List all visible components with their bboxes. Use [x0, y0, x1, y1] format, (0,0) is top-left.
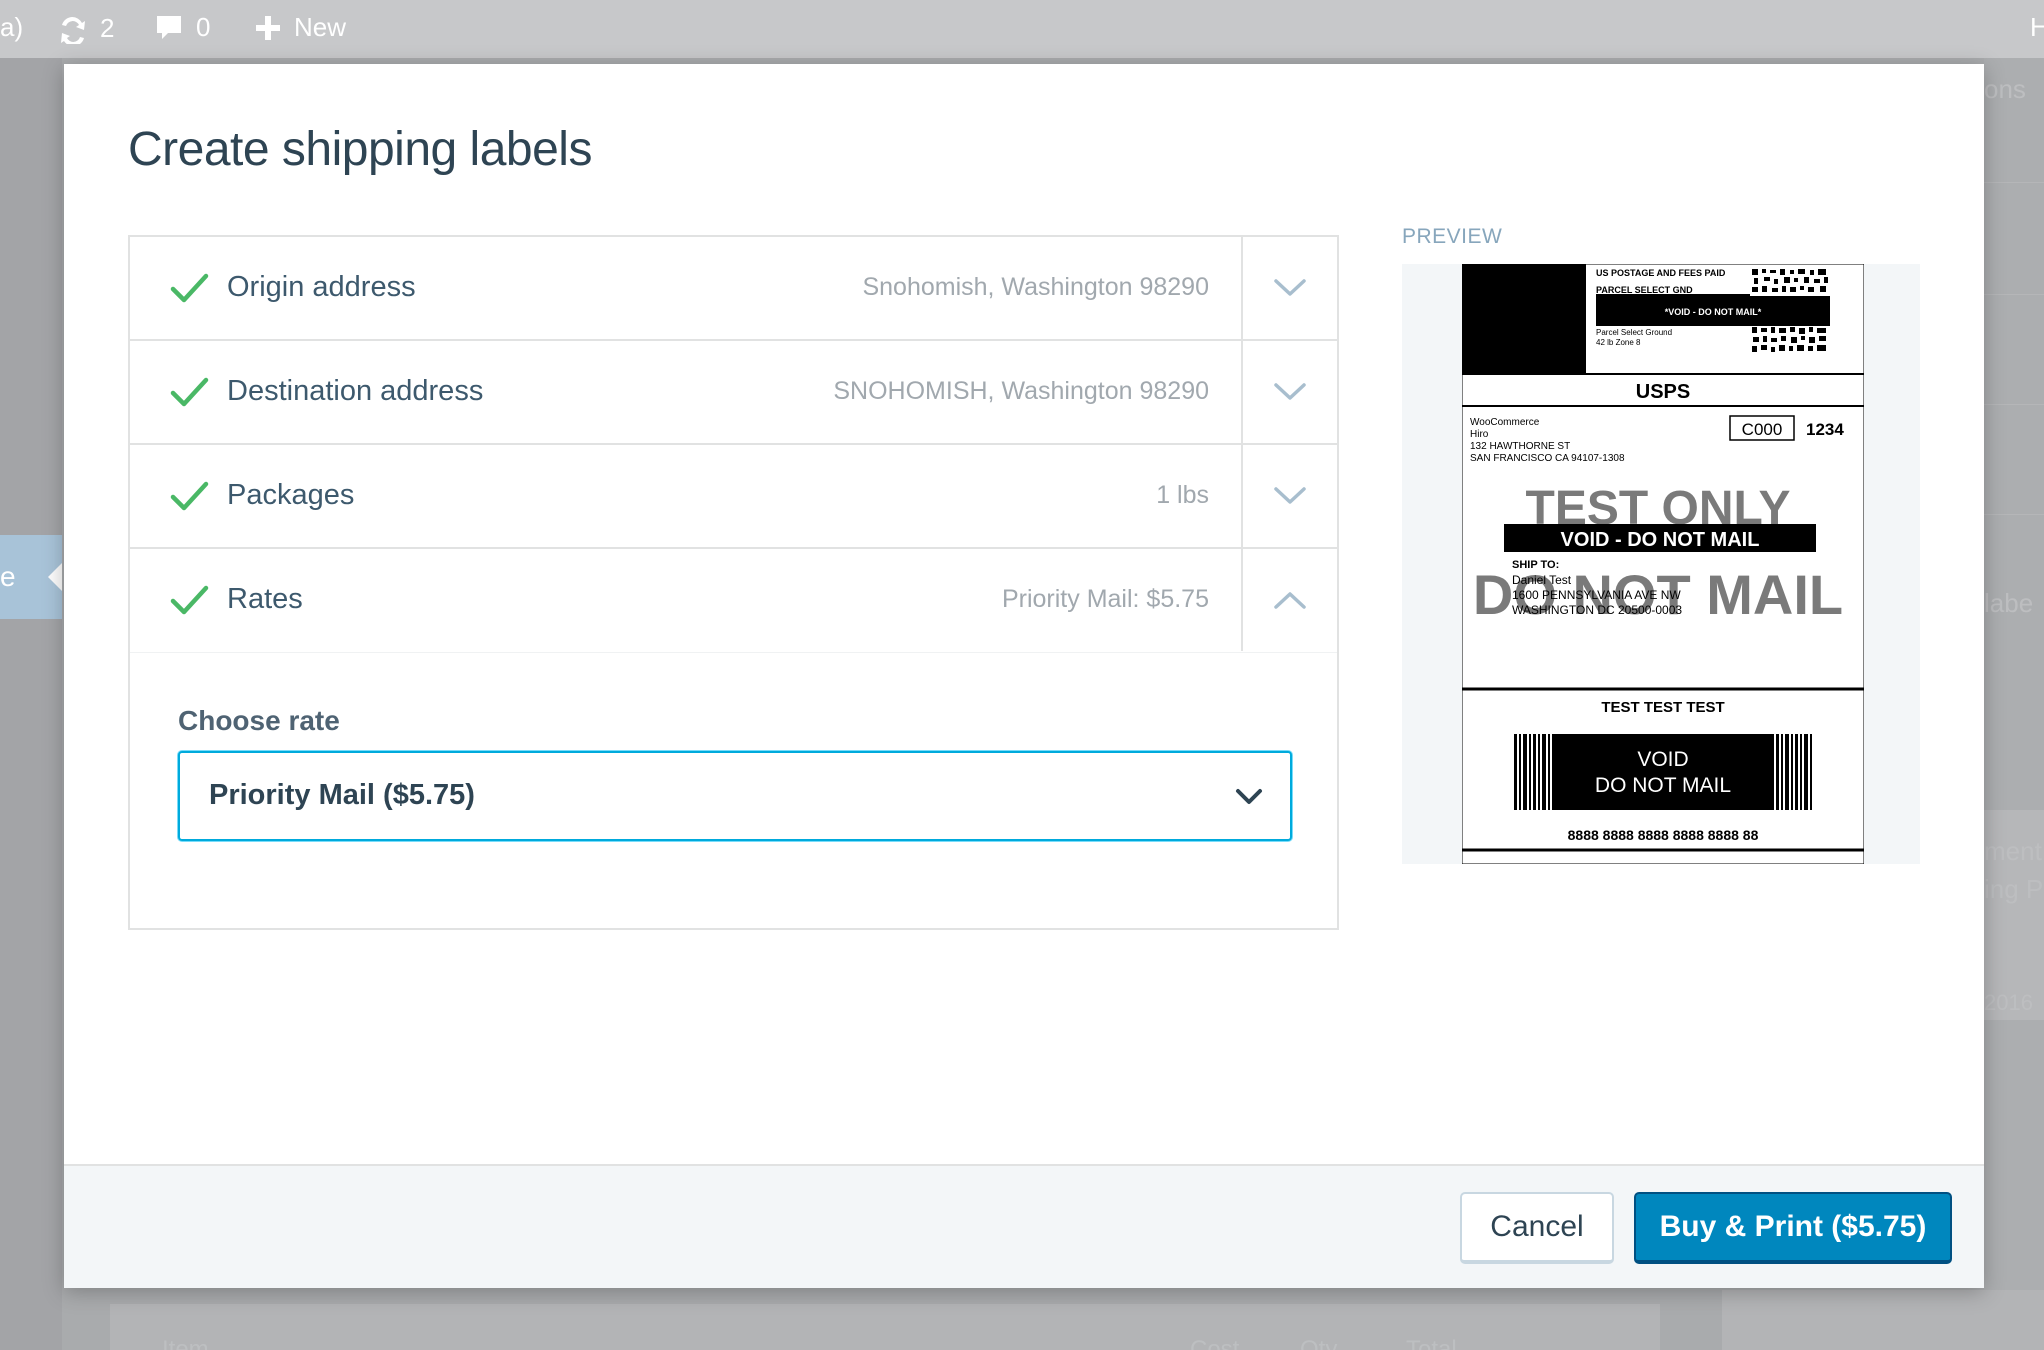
collapse-toggle[interactable] — [1241, 549, 1337, 651]
chevron-down-icon — [1274, 487, 1306, 504]
admin-sidebar: e — [0, 58, 62, 1350]
postage-line: PARCEL SELECT GND — [1596, 285, 1693, 295]
updates-count: 2 — [100, 12, 115, 43]
step-packages[interactable]: Packages 1 lbs — [130, 445, 1337, 549]
refresh-icon — [61, 16, 85, 44]
sidebar-current-item[interactable]: e — [0, 535, 62, 619]
bg-col-header: Item — [162, 1336, 209, 1350]
bg-fragment: ons — [1984, 74, 2026, 104]
step-title: Origin address — [227, 271, 416, 303]
bg-fragment: ment — [1984, 836, 2042, 866]
rate-select[interactable]: Priority Mail ($5.75) — [178, 751, 1292, 841]
step-title: Packages — [227, 479, 355, 511]
bg-col-header: Cost — [1190, 1336, 1240, 1350]
plus-icon — [256, 15, 280, 40]
test-line: TEST TEST TEST — [1601, 699, 1724, 716]
comment-icon — [157, 15, 181, 39]
new-label: New — [294, 12, 347, 42]
bg-col-header: Qty — [1300, 1336, 1338, 1350]
step-summary: Snohomish, Washington 98290 — [862, 273, 1209, 301]
postage-line: Parcel Select Ground — [1596, 328, 1672, 337]
step-summary: 1 lbs — [1156, 481, 1209, 509]
modal-footer: Cancel Buy & Print ($5.75) — [64, 1164, 1984, 1288]
choose-rate-label: Choose rate — [178, 705, 340, 736]
order-items-table: Item Cost Qty Total — [110, 1304, 1660, 1350]
to-line: WASHINGTON DC 20500-0003 — [1512, 603, 1682, 617]
chevron-down-icon — [1274, 383, 1306, 400]
divider — [1984, 182, 2044, 183]
step-title: Rates — [227, 583, 303, 615]
to-line: Daniel Test — [1512, 573, 1572, 587]
admin-bar: a) 2 0 New H — [0, 0, 2044, 58]
box-code: C000 — [1742, 420, 1783, 439]
bg-fragment: 2016 — [1984, 990, 2033, 1015]
to-line: 1600 PENNSYLVANIA AVE NW — [1512, 588, 1681, 602]
carrier-name: USPS — [1636, 381, 1690, 403]
box-number: 1234 — [1806, 420, 1844, 439]
tracking-number: 8888 8888 8888 8888 8888 88 — [1568, 827, 1759, 843]
bg-fragment: labe — [1984, 588, 2034, 618]
current-indicator — [48, 563, 62, 591]
label-steps-panel: Origin address Snohomish, Washington 982… — [128, 235, 1339, 930]
ship-to-label: SHIP TO: — [1512, 559, 1559, 571]
chevron-down-icon — [1236, 789, 1262, 804]
cancel-button[interactable]: Cancel — [1460, 1192, 1614, 1264]
rate-select-value: Priority Mail ($5.75) — [209, 779, 475, 811]
expand-toggle[interactable] — [1241, 341, 1337, 443]
postage-line: 42 lb Zone 8 — [1596, 338, 1641, 347]
barcode-void: DO NOT MAIL — [1595, 774, 1731, 797]
barcode-void: VOID — [1637, 748, 1688, 771]
buy-and-print-button[interactable]: Buy & Print ($5.75) — [1634, 1192, 1952, 1264]
bg-col-header: Total — [1406, 1336, 1457, 1350]
divider — [1984, 404, 2044, 405]
step-summary: Priority Mail: $5.75 — [1001, 585, 1209, 613]
step-destination-address[interactable]: Destination address SNOHOMISH, Washingto… — [130, 341, 1337, 445]
new-content-item[interactable]: New — [254, 12, 346, 43]
from-line: 132 HAWTHORNE ST — [1470, 441, 1570, 452]
from-line: Hiro — [1470, 429, 1489, 440]
step-origin-address[interactable]: Origin address Snohomish, Washington 982… — [130, 237, 1337, 341]
postage-line: US POSTAGE AND FEES PAID — [1596, 268, 1726, 278]
divider — [1984, 514, 2044, 515]
checkmark-icon — [170, 377, 209, 407]
checkmark-icon — [170, 481, 209, 511]
comments-count: 0 — [196, 12, 211, 42]
checkmark-icon — [170, 585, 209, 615]
expand-toggle[interactable] — [1241, 445, 1337, 547]
modal-title: Create shipping labels — [128, 123, 592, 176]
step-summary: SNOHOMISH, Washington 98290 — [833, 377, 1209, 405]
chevron-down-icon — [1274, 279, 1306, 296]
step-rates[interactable]: Rates Priority Mail: $5.75 — [130, 549, 1337, 653]
from-line: SAN FRANCISCO CA 94107-1308 — [1470, 453, 1625, 464]
bg-fragment: ing P — [1984, 874, 2044, 904]
barcode — [1514, 734, 1812, 810]
from-line: WooCommerce — [1470, 417, 1540, 428]
right-metabox-column: ons labe ment ing P 2016 — [1984, 58, 2044, 1350]
expand-toggle[interactable] — [1241, 237, 1337, 339]
site-name-fragment[interactable]: a) — [0, 12, 23, 43]
rates-panel: Choose rate Priority Mail ($5.75) — [130, 655, 1337, 928]
comments-item[interactable]: 0 — [154, 12, 210, 43]
void-notice: *VOID - DO NOT MAIL* — [1665, 307, 1762, 317]
bg-panel — [1722, 1290, 2044, 1350]
account-fragment[interactable]: H — [2030, 12, 2044, 43]
chevron-up-icon — [1274, 592, 1306, 609]
updates-item[interactable]: 2 — [56, 12, 114, 44]
divider — [1984, 294, 2044, 295]
checkmark-icon — [170, 273, 209, 303]
shipping-label-image: US POSTAGE AND FEES PAID PARCEL SELECT G… — [1462, 264, 1864, 864]
label-preview: US POSTAGE AND FEES PAID PARCEL SELECT G… — [1402, 264, 1920, 864]
step-title: Destination address — [227, 375, 484, 407]
preview-heading: PREVIEW — [1402, 225, 1503, 248]
void-banner: VOID - DO NOT MAIL — [1561, 529, 1760, 551]
shipping-label-modal: Create shipping labels Origin address Sn… — [64, 64, 1984, 1288]
